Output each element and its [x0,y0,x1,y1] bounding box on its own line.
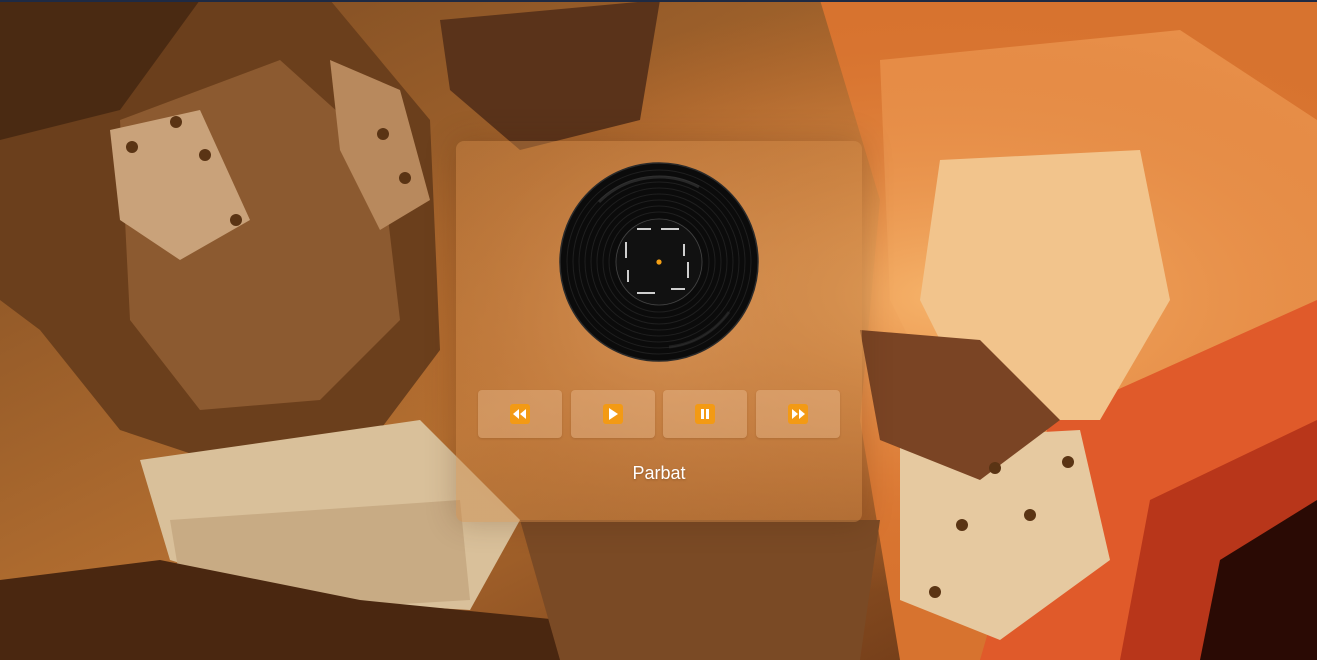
pause-button[interactable] [663,390,747,438]
fast-forward-icon [788,404,808,424]
pause-icon [695,404,715,424]
window-top-edge [0,0,1317,2]
previous-button[interactable] [478,390,562,438]
playback-controls [478,390,840,438]
play-icon [603,404,623,424]
music-player-card: Parbat [456,141,862,522]
song-title: Parbat [632,463,686,483]
vinyl-record-icon [559,162,759,362]
rewind-icon [510,404,530,424]
play-button[interactable] [571,390,655,438]
next-button[interactable] [756,390,840,438]
